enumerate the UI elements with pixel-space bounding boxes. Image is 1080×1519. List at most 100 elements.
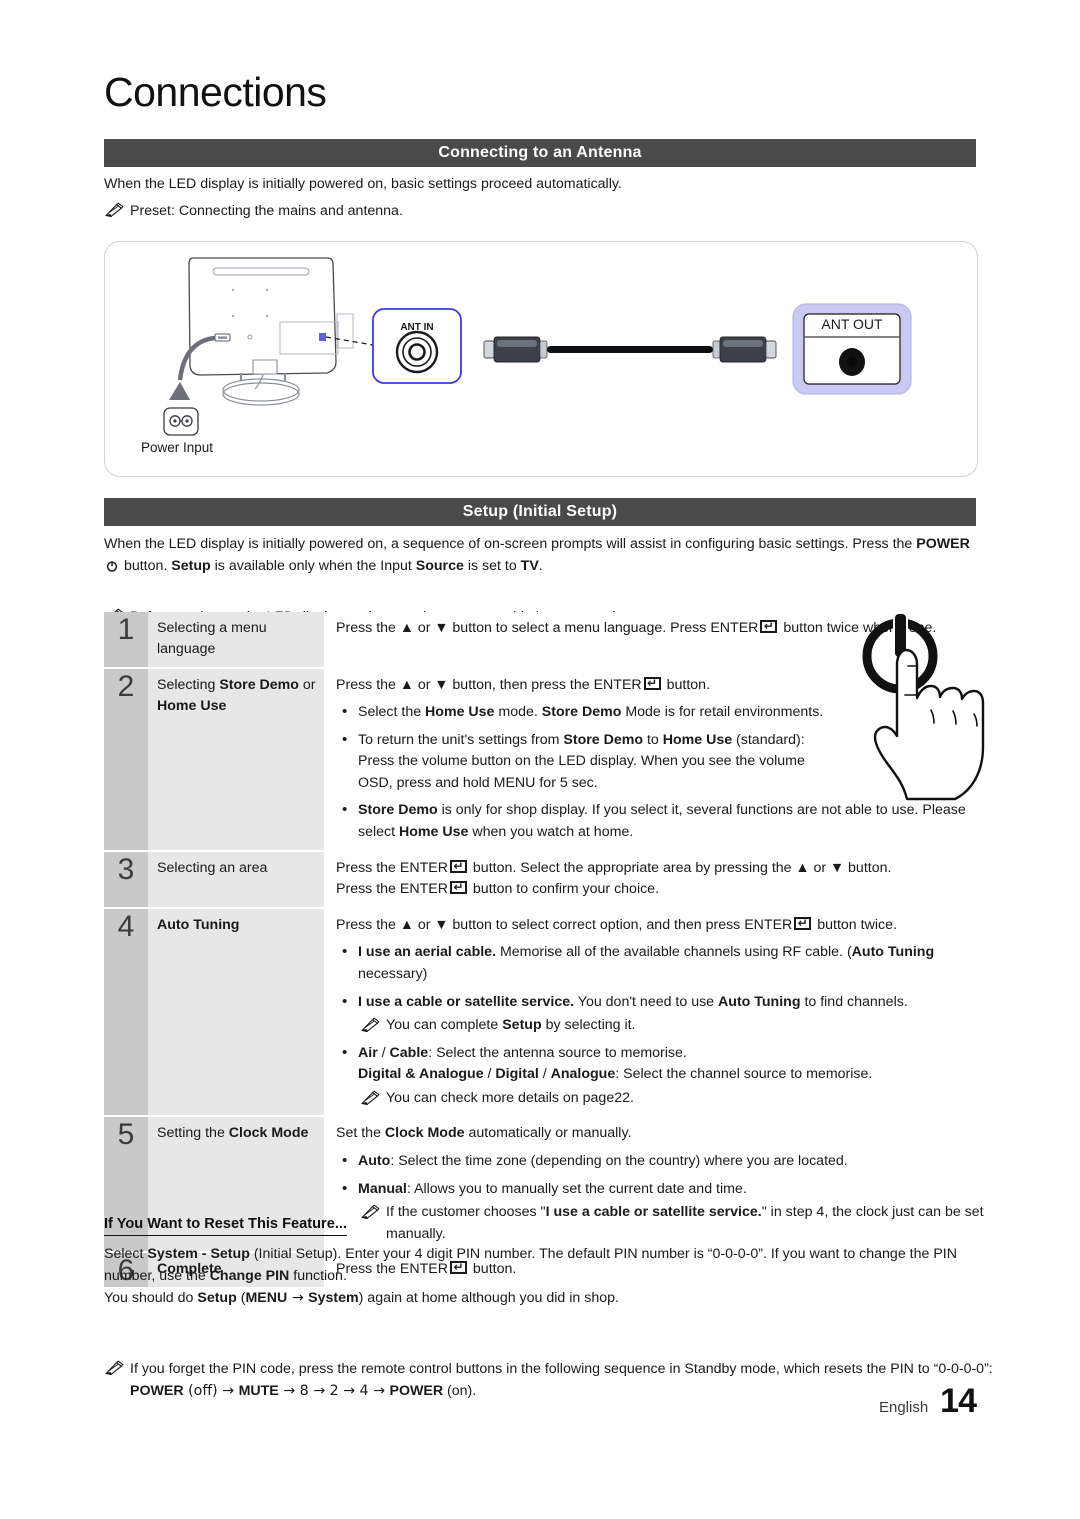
step-description: Set the Clock Mode automatically or manu…	[324, 1117, 984, 1252]
list-item: Manual: Allows you to manually set the c…	[336, 1178, 984, 1246]
s4-b2n2: Setup	[502, 1017, 542, 1034]
enter-key-icon	[760, 618, 778, 634]
s4-label: Auto Tuning	[157, 916, 240, 933]
s5-t1: Set the	[336, 1125, 385, 1142]
s4-b3b: /	[377, 1044, 390, 1061]
s2-l4: Home Use	[157, 697, 227, 714]
pencil-note-icon	[360, 1204, 380, 1220]
s2-b2l3a: OSD, press and hold	[358, 774, 494, 791]
s4-b2n3: by selecting it.	[541, 1017, 636, 1034]
s5-b2n1: If the customer chooses "	[386, 1204, 546, 1221]
r-n7: (on).	[443, 1382, 477, 1399]
power-button-hand-illustration	[838, 600, 1028, 805]
s4-t4: button twice.	[813, 916, 897, 933]
r-n6: POWER	[389, 1382, 444, 1399]
setup-intro-source: Source	[415, 557, 464, 574]
s5-b1a: Auto	[358, 1153, 391, 1169]
antenna-connection-diagram: Power Input ANT IN ANT OUT	[104, 241, 978, 477]
step-label: Auto Tuning	[148, 908, 324, 1116]
power-symbol-icon	[106, 558, 118, 572]
s4-b2c: Auto Tuning	[718, 993, 801, 1010]
s4-b1b: Memorise all of the available channels u…	[496, 944, 852, 961]
footer-language: English	[878, 1399, 929, 1416]
page-title: Connections	[104, 69, 327, 115]
s4-b3l2c: Digital	[495, 1066, 539, 1083]
table-row: 3 Selecting an area Press the ENTER butt…	[104, 851, 984, 907]
s4-b1d: necessary)	[358, 965, 428, 982]
s4-t2: or	[413, 916, 435, 933]
down-arrow-icon: ▼	[434, 676, 449, 693]
s2-l2: Store Demo	[219, 676, 299, 693]
s2-b2l2: Press the volume button on the LED displ…	[358, 753, 805, 770]
r-p1a: Select	[104, 1246, 148, 1262]
s4-b3l2e: Analogue	[550, 1066, 616, 1083]
list-item: I use a cable or satellite service. You …	[336, 991, 984, 1037]
s2-t4: button.	[662, 676, 711, 693]
section-bar-antenna: Connecting to an Antenna	[104, 139, 976, 167]
enter-key-icon	[449, 879, 467, 895]
ant-out-label: ANT OUT	[821, 316, 883, 332]
r-n5: → 8 → 2 → 4 →	[278, 1382, 390, 1399]
s1-t1: Press the	[336, 620, 400, 636]
s2-b2c: to	[643, 731, 663, 748]
down-arrow-icon: ▼	[434, 620, 449, 636]
setup-intro-1: When the LED display is initially powere…	[104, 536, 917, 552]
up-arrow-icon: ▲	[399, 676, 414, 693]
section-bar-antenna-label: Connecting to an Antenna	[438, 144, 642, 161]
s5-b1b: : Select the time zone (depending on the…	[390, 1153, 848, 1169]
diagram-svg	[163, 257, 912, 436]
setup-intro-4: is set to	[463, 557, 521, 574]
bullet-list: I use an aerial cable. Memorise all of t…	[336, 941, 984, 1109]
s2-b3c: Home Use	[399, 824, 469, 841]
r-p2e: →	[287, 1290, 309, 1306]
r-n1: If you forget the PIN code, press the re…	[130, 1361, 993, 1378]
pencil-note-icon	[104, 1360, 124, 1376]
setup-intro-power: POWER	[916, 536, 970, 552]
s3-t6: button to confirm your choice.	[468, 881, 660, 898]
setup-intro-3: is available only when the Input	[210, 557, 416, 574]
s2-b1e: Mode is for retail environments.	[621, 704, 824, 721]
step-number: 3	[104, 851, 148, 907]
s2-b2a: To return the unit's settings from	[358, 731, 564, 748]
s2-t1: Press the	[336, 676, 400, 693]
step-number: 1	[104, 612, 148, 667]
s4-b3l2f: : Select the channel source to memorise.	[615, 1066, 873, 1083]
s3-t2: button. Select the appropriate area by p…	[468, 859, 796, 876]
r-p2d: MENU	[245, 1290, 288, 1306]
manual-page: Connections Connecting to an Antenna Whe…	[0, 0, 1080, 1519]
s4-b2d: to find channels.	[800, 993, 908, 1010]
s5-b2b: : Allows you to manually set the current…	[406, 1180, 747, 1197]
antenna-intro-text: When the LED display is initially powere…	[104, 176, 622, 192]
antenna-note: Preset: Connecting the mains and antenna…	[104, 201, 1010, 223]
s4-b1a: I use an aerial cable.	[358, 944, 497, 961]
r-p2g: ) again at home although you did in shop…	[358, 1290, 619, 1306]
r-n3: (off) →	[183, 1382, 239, 1399]
s2-b2b: Store Demo	[563, 731, 643, 748]
pencil-note-icon	[360, 1017, 380, 1033]
section-bar-setup: Setup (Initial Setup)	[104, 498, 976, 526]
s5-b2a: Manual	[358, 1180, 407, 1197]
r-p1d: Change PIN	[209, 1267, 290, 1284]
s4-b3l2d: /	[538, 1066, 551, 1083]
list-item: Store Demo is only for shop display. If …	[336, 799, 984, 843]
s3-t1: Press the ENTER	[336, 859, 448, 876]
power-input-label: Power Input	[141, 440, 214, 455]
s2-b1d: Store Demo	[541, 704, 622, 721]
step-number: 4	[104, 908, 148, 1116]
down-arrow-icon: ▼	[830, 859, 845, 876]
s1-t2: or	[413, 620, 435, 636]
up-arrow-icon: ▲	[399, 916, 414, 933]
s2-b3a: Store Demo	[358, 802, 438, 819]
s4-b2b: You don't need to use	[574, 993, 719, 1010]
s2-l3: or	[298, 676, 316, 693]
pencil-note-icon	[104, 202, 124, 218]
page-footer: English 14	[878, 1382, 977, 1421]
r-p2f: System	[308, 1290, 359, 1306]
s4-t3: button to select correct option, and the…	[448, 916, 793, 933]
s2-b1c: mode.	[494, 704, 542, 721]
s3-t5: Press the ENTER	[336, 881, 448, 898]
r-p1b: System - Setup	[147, 1246, 250, 1262]
ant-in-label: ANT IN	[400, 322, 434, 333]
s1-t3: button to select a menu language. Press …	[448, 620, 759, 636]
s4-b2a: I use a cable or satellite service.	[358, 993, 575, 1010]
